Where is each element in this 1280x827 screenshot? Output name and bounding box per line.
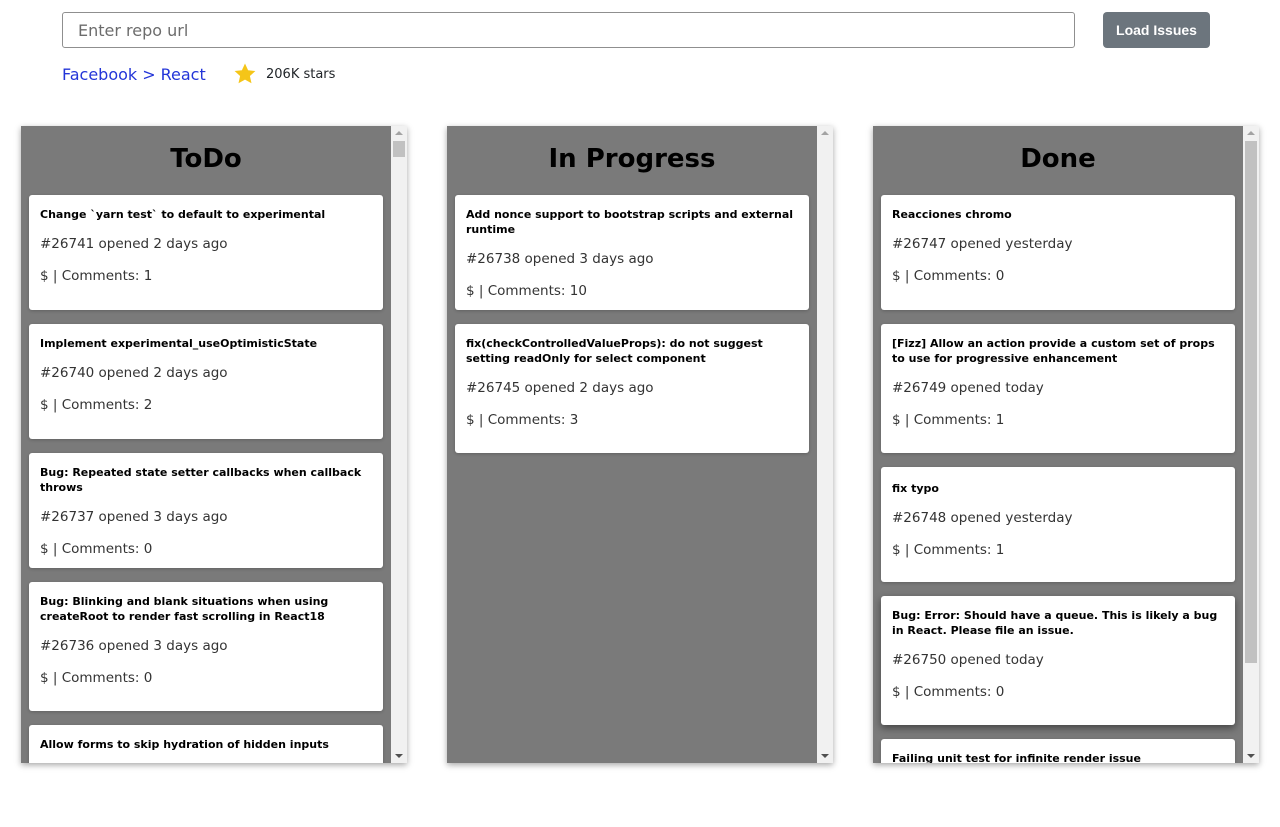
scroll-up-arrow[interactable] (1247, 131, 1255, 135)
load-issues-button[interactable]: Load Issues (1103, 12, 1210, 48)
issue-meta: #26740 opened 2 days ago (40, 365, 228, 381)
issue-card[interactable]: fix(checkControlledValueProps): do not s… (455, 324, 809, 453)
issue-card[interactable]: Reacciones chromo #26747 opened yesterda… (881, 195, 1235, 310)
issue-card[interactable]: [Fizz] Allow an action provide a custom … (881, 324, 1235, 453)
issue-card[interactable]: Implement experimental_useOptimisticStat… (29, 324, 383, 439)
issue-title: Bug: Blinking and blank situations when … (40, 595, 329, 623)
issue-comments: $ | Comments: 3 (466, 412, 579, 428)
scroll-down-arrow[interactable] (821, 754, 829, 758)
issue-title: fix(checkControlledValueProps): do not s… (466, 337, 763, 365)
issue-card[interactable]: Bug: Error: Should have a queue. This is… (881, 596, 1235, 725)
scroll-thumb[interactable] (1245, 141, 1257, 663)
breadcrumb: Facebook > React (62, 65, 206, 84)
issue-title: fix typo (892, 482, 939, 495)
issue-comments: $ | Comments: 0 (40, 541, 153, 557)
issue-comments: $ | Comments: 1 (892, 412, 1005, 428)
column-done: Done Reacciones chromo #26747 opened yes… (873, 126, 1259, 763)
issue-card[interactable]: Failing unit test for infinite render is… (881, 739, 1235, 763)
issue-card[interactable]: Allow forms to skip hydration of hidden … (29, 725, 383, 763)
issue-title: Failing unit test for infinite render is… (892, 752, 1141, 763)
issue-meta: #26737 opened 3 days ago (40, 509, 228, 525)
issue-title: Allow forms to skip hydration of hidden … (40, 738, 329, 751)
issue-card[interactable]: fix typo #26748 opened yesterday $ | Com… (881, 467, 1235, 582)
column-title: Done (1020, 144, 1096, 174)
breadcrumb-owner-link[interactable]: Facebook (62, 65, 137, 84)
issue-comments: $ | Comments: 1 (892, 542, 1005, 558)
issue-comments: $ | Comments: 0 (892, 268, 1005, 284)
issue-title: Reacciones chromo (892, 208, 1012, 221)
issue-title: Bug: Error: Should have a queue. This is… (892, 609, 1218, 637)
issue-comments: $ | Comments: 0 (892, 684, 1005, 700)
column-todo: ToDo Change `yarn test` to default to ex… (21, 126, 407, 763)
issue-title: Implement experimental_useOptimisticStat… (40, 337, 318, 350)
card-list: Reacciones chromo #26747 opened yesterda… (873, 195, 1243, 763)
issue-card[interactable]: Bug: Repeated state setter callbacks whe… (29, 453, 383, 568)
breadcrumb-separator: > (142, 65, 156, 84)
repo-url-input[interactable] (62, 12, 1075, 48)
issue-card[interactable]: Change `yarn test` to default to experim… (29, 195, 383, 310)
issue-meta: #26749 opened today (892, 380, 1044, 396)
scroll-down-arrow[interactable] (1247, 754, 1255, 758)
column-title: ToDo (170, 144, 242, 174)
issue-comments: $ | Comments: 2 (40, 397, 153, 413)
card-list: Add nonce support to bootstrap scripts a… (447, 195, 817, 453)
issue-title: Add nonce support to bootstrap scripts a… (466, 208, 794, 236)
column-title: In Progress (548, 144, 716, 174)
scroll-thumb[interactable] (393, 141, 405, 157)
issue-meta: #26741 opened 2 days ago (40, 236, 228, 252)
column-body: ToDo Change `yarn test` to default to ex… (21, 126, 391, 763)
column-scrollbar[interactable] (1243, 126, 1259, 763)
stars-count: 206K stars (266, 67, 336, 82)
issue-title: Bug: Repeated state setter callbacks whe… (40, 466, 362, 494)
issue-comments: $ | Comments: 1 (40, 268, 153, 284)
scroll-up-arrow[interactable] (821, 131, 829, 135)
scroll-down-arrow[interactable] (395, 754, 403, 758)
column-body: Done Reacciones chromo #26747 opened yes… (873, 126, 1243, 763)
issue-title: [Fizz] Allow an action provide a custom … (892, 337, 1215, 365)
scroll-up-arrow[interactable] (395, 131, 403, 135)
issue-meta: #26750 opened today (892, 652, 1044, 668)
column-scrollbar[interactable] (817, 126, 833, 763)
column-scrollbar[interactable] (391, 126, 407, 763)
issue-comments: $ | Comments: 0 (40, 670, 153, 686)
issue-meta: #26738 opened 3 days ago (466, 251, 654, 267)
issue-comments: $ | Comments: 10 (466, 283, 587, 299)
issue-title: Change `yarn test` to default to experim… (40, 208, 326, 221)
breadcrumb-repo-link[interactable]: React (161, 65, 206, 84)
column-in-progress: In Progress Add nonce support to bootstr… (447, 126, 833, 763)
column-body: In Progress Add nonce support to bootstr… (447, 126, 817, 763)
issue-card[interactable]: Add nonce support to bootstrap scripts a… (455, 195, 809, 310)
issue-meta: #26747 opened yesterday (892, 236, 1073, 252)
issue-meta: #26748 opened yesterday (892, 510, 1073, 526)
issue-meta: #26745 opened 2 days ago (466, 380, 654, 396)
star-icon (234, 63, 256, 84)
card-list: Change `yarn test` to default to experim… (21, 195, 391, 763)
issue-card[interactable]: Bug: Blinking and blank situations when … (29, 582, 383, 711)
issue-meta: #26736 opened 3 days ago (40, 638, 228, 654)
